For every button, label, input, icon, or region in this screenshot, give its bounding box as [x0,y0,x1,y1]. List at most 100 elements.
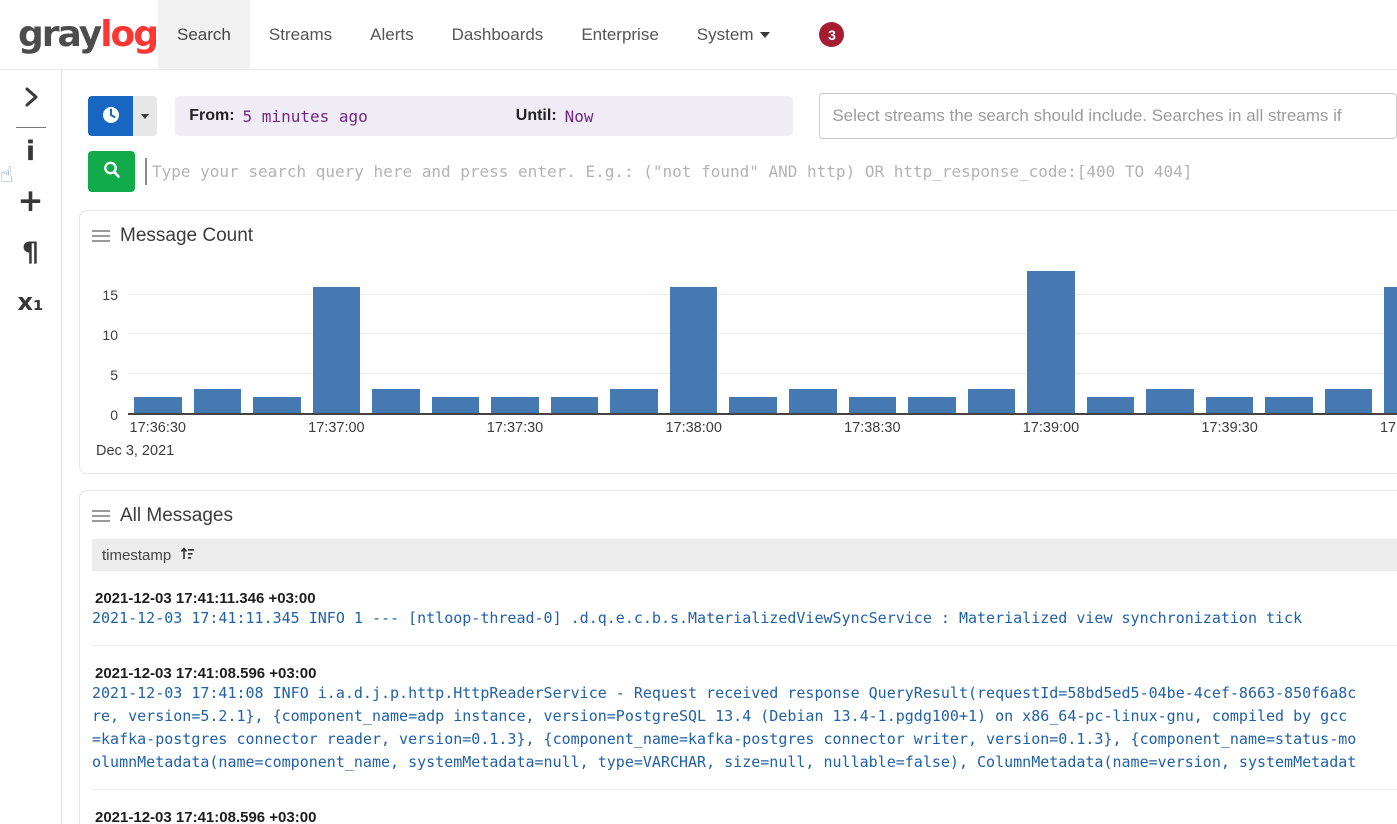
chart-bar [313,287,361,413]
message-text-line: re, version=5.2.1}, {component_name=adp … [92,705,1397,728]
x-tick-label: 17:37:00 [308,420,364,436]
chart-bar [729,397,777,413]
nav-item-label: Dashboards [452,25,544,45]
nav-item-enterprise[interactable]: Enterprise [562,0,677,69]
logo-text-log: log [100,14,157,55]
y-tick-label: 5 [110,368,118,382]
chart-bar [432,397,480,413]
chart-bar [670,287,718,413]
x-subscript-one-icon[interactable]: x₁ [0,290,61,314]
chart-bar [1384,287,1397,413]
sort-ascending-icon[interactable] [180,546,195,565]
search-submit-button[interactable] [88,151,135,192]
y-tick-label: 10 [102,328,118,342]
panel-title: All Messages [120,505,233,527]
chart-bar [1265,397,1313,413]
top-navigation: graylog Search Streams Alerts Dashboards Ent… [0,0,1397,70]
nav-item-dashboards[interactable]: Dashboards [433,0,563,69]
stream-select-input[interactable] [819,93,1397,139]
message-row[interactable]: 2021-12-03 17:41:08.596 +03:00 [92,809,1397,824]
message-text-line: 2021-12-03 17:41:08 INFO i.a.d.j.p.http.… [92,682,1397,705]
search-icon [102,160,122,183]
logo-text-gray: gray [18,14,100,55]
sidebar-divider [16,127,46,128]
nav-item-alerts[interactable]: Alerts [351,0,432,69]
graylog-logo[interactable]: graylog [18,0,146,69]
x-tick-label: 17:40:00 [1380,420,1397,436]
time-range-button[interactable] [88,96,133,136]
x-tick-label: 17:36:30 [130,420,186,436]
message-timestamp: 2021-12-03 17:41:08.596 +03:00 [92,809,1397,824]
chart-xaxis: 17:36:3017:37:0017:37:3017:38:0017:38:30… [128,415,1397,437]
nav-item-system[interactable]: System [678,0,790,69]
chart-bar [849,397,897,413]
from-value: 5 minutes ago [243,107,368,126]
message-count-panel: Message Count 0 5 10 15 17:36:30 17:37:00 17:… [79,210,1397,474]
chart-bar [1325,389,1373,413]
y-tick-label: 0 [110,408,118,422]
chevron-down-icon [760,32,770,38]
chevron-down-icon [141,114,149,119]
chart-bar [134,397,182,413]
clock-icon [101,105,121,128]
info-icon[interactable]: i [0,138,61,165]
chart-plot[interactable] [128,263,1397,415]
message-text-line: =kafka-postgres connector reader, versio… [92,728,1397,751]
chart-bar [908,397,956,413]
panel-title: Message Count [120,225,253,247]
nav-item-label: System [697,25,754,45]
chevron-right-icon[interactable] [20,86,42,113]
x-tick-label: 17:39:30 [1201,420,1257,436]
from-label: From: [189,107,234,125]
nav-item-label: Search [177,25,231,45]
message-text-line: olumnMetadata(name=component_name, syste… [92,751,1397,774]
message-timestamp: 2021-12-03 17:41:08.596 +03:00 [92,665,1397,682]
left-sidebar: i + ¶ x₁ [0,70,62,824]
nav-item-label: Streams [269,25,332,45]
chart-bar [1206,397,1254,413]
chart-bar [253,397,301,413]
chart-bar [491,397,539,413]
chart-bar [1087,397,1135,413]
chart-bar [789,389,837,413]
nav-item-label: Alerts [370,25,413,45]
chart-bar [372,389,420,413]
message-text-line: 2021-12-03 17:41:11.345 INFO 1 --- [ntlo… [92,607,1397,630]
time-range-display[interactable]: From: 5 minutes ago Until: Now [175,96,793,136]
message-row[interactable]: 2021-12-03 17:41:11.346 +03:002021-12-03… [92,590,1397,646]
column-header-label: timestamp [102,547,171,564]
until-label: Until: [516,107,557,125]
chart-bar [968,389,1016,413]
nav-item-search[interactable]: Search [158,0,250,69]
nav-item-label: Enterprise [581,25,658,45]
chart-bar [551,397,599,413]
until-value: Now [565,107,594,126]
chart-bar [1027,271,1075,413]
search-query-input[interactable] [147,151,1397,192]
all-messages-panel: All Messages timestamp 2021-12-03 17:41:… [79,490,1397,824]
timestamp-column-header[interactable]: timestamp [92,539,1397,571]
main-content: From: 5 minutes ago Until: Now [63,70,1397,824]
search-controls: From: 5 minutes ago Until: Now [63,70,1397,192]
drag-handle-icon[interactable] [92,230,110,232]
plus-icon[interactable]: + [0,186,61,217]
message-list: 2021-12-03 17:41:11.346 +03:002021-12-03… [80,590,1397,824]
message-row[interactable]: 2021-12-03 17:41:08.596 +03:002021-12-03… [92,665,1397,790]
nav-item-streams[interactable]: Streams [250,0,351,69]
drag-handle-icon[interactable] [92,510,110,512]
pilcrow-icon[interactable]: ¶ [0,239,61,266]
x-tick-label: 17:39:00 [1023,420,1079,436]
chart-bar [194,389,242,413]
message-count-chart: 051015 [80,263,1397,415]
x-tick-label: 17:38:00 [665,420,721,436]
chart-bar [1146,389,1194,413]
chart-date-label: Dec 3, 2021 [96,443,1397,459]
chart-yaxis: 051015 [80,263,128,415]
y-tick-label: 15 [102,288,118,302]
notification-badge[interactable]: 3 [819,22,844,47]
chart-bar [610,389,658,413]
time-range-dropdown-button[interactable] [133,96,157,136]
nav-items: Search Streams Alerts Dashboards Enterprise S… [158,0,789,69]
message-timestamp: 2021-12-03 17:41:11.346 +03:00 [92,590,1397,607]
chart-bars [128,263,1397,413]
